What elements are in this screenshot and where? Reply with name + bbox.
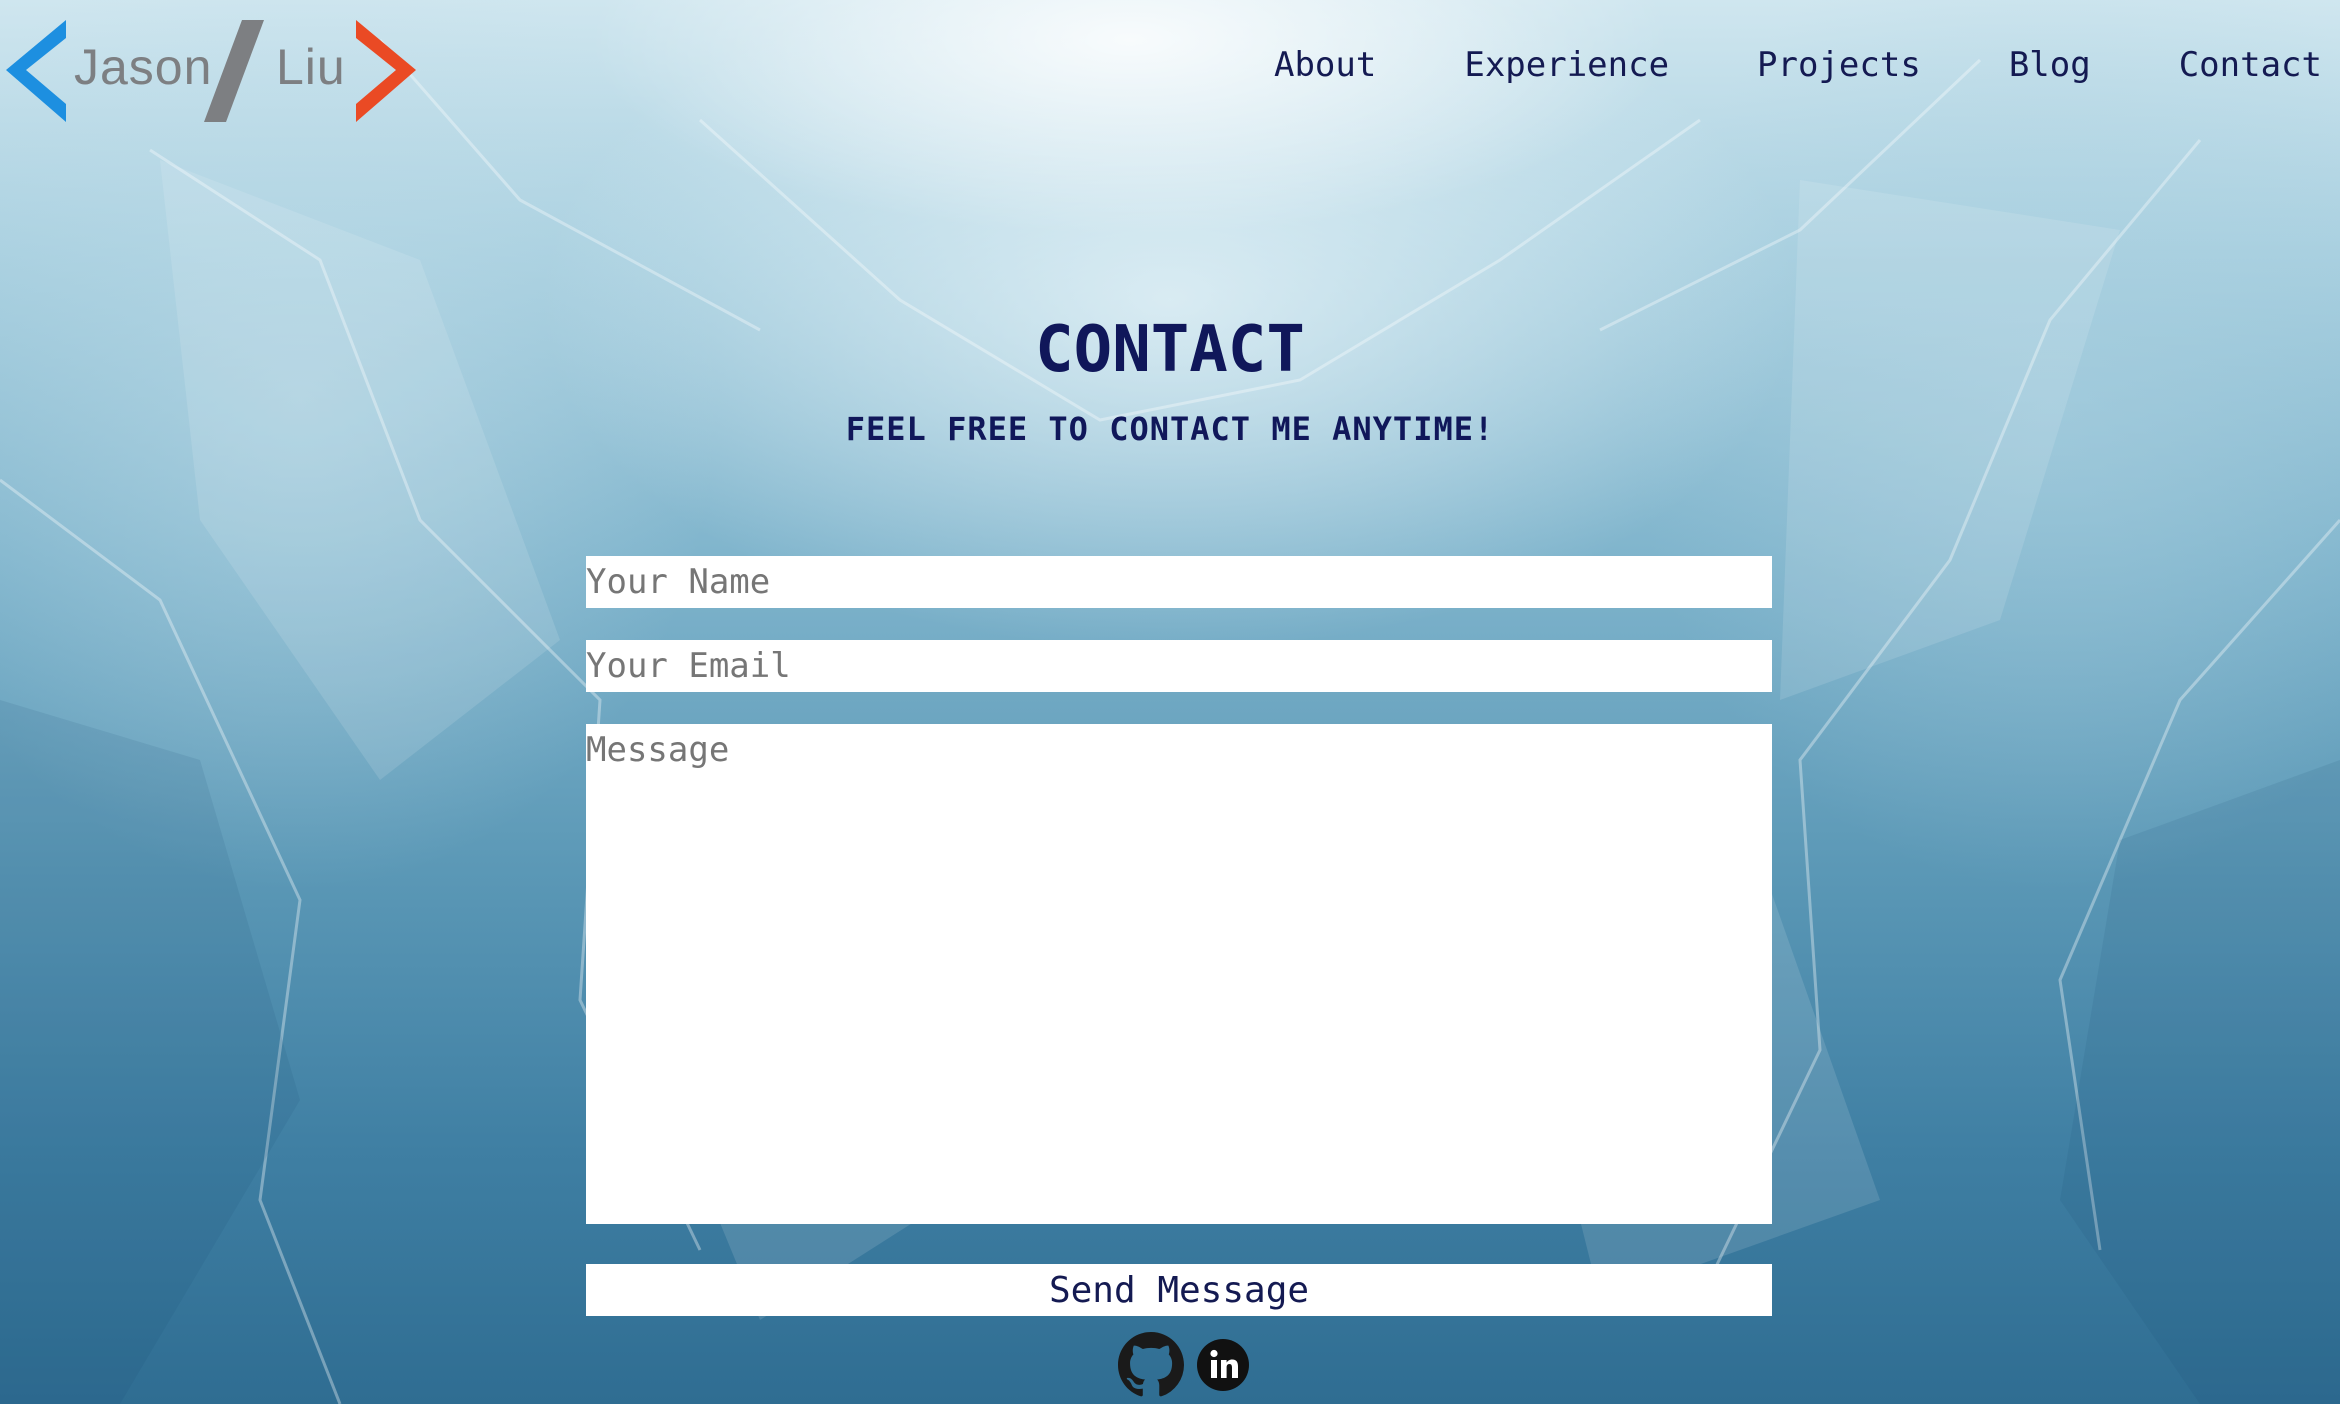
send-message-button[interactable]: Send Message [586, 1264, 1772, 1316]
linkedin-link[interactable] [1196, 1338, 1250, 1396]
main-nav: About Experience Projects Blog Contact [1186, 42, 2322, 88]
logo[interactable]: Jason Liu [4, 18, 424, 128]
nav-projects[interactable]: Projects [1757, 42, 1921, 88]
github-icon [1118, 1332, 1184, 1397]
logo-last-name: Liu [276, 39, 346, 95]
nav-blog[interactable]: Blog [2009, 42, 2091, 88]
email-field[interactable] [586, 640, 1772, 692]
logo-slash-icon [204, 20, 264, 122]
logo-right-chevron-icon [356, 20, 416, 122]
site-header: Jason Liu About Experience Projects Blog… [0, 0, 2340, 140]
github-link[interactable] [1118, 1332, 1184, 1402]
nav-about[interactable]: About [1274, 42, 1376, 88]
linkedin-icon [1197, 1339, 1249, 1391]
name-field[interactable] [586, 556, 1772, 608]
logo-mark [6, 20, 416, 122]
page-subtitle: FEEL FREE TO CONTACT ME ANYTIME! [845, 410, 1495, 448]
logo-left-chevron-icon [6, 20, 66, 122]
logo-first-name: Jason [74, 39, 213, 95]
nav-contact[interactable]: Contact [2179, 42, 2322, 88]
page-title: CONTACT [1035, 313, 1305, 387]
social-links [1118, 1332, 1250, 1402]
message-field[interactable] [586, 724, 1772, 1224]
nav-experience[interactable]: Experience [1464, 42, 1669, 88]
